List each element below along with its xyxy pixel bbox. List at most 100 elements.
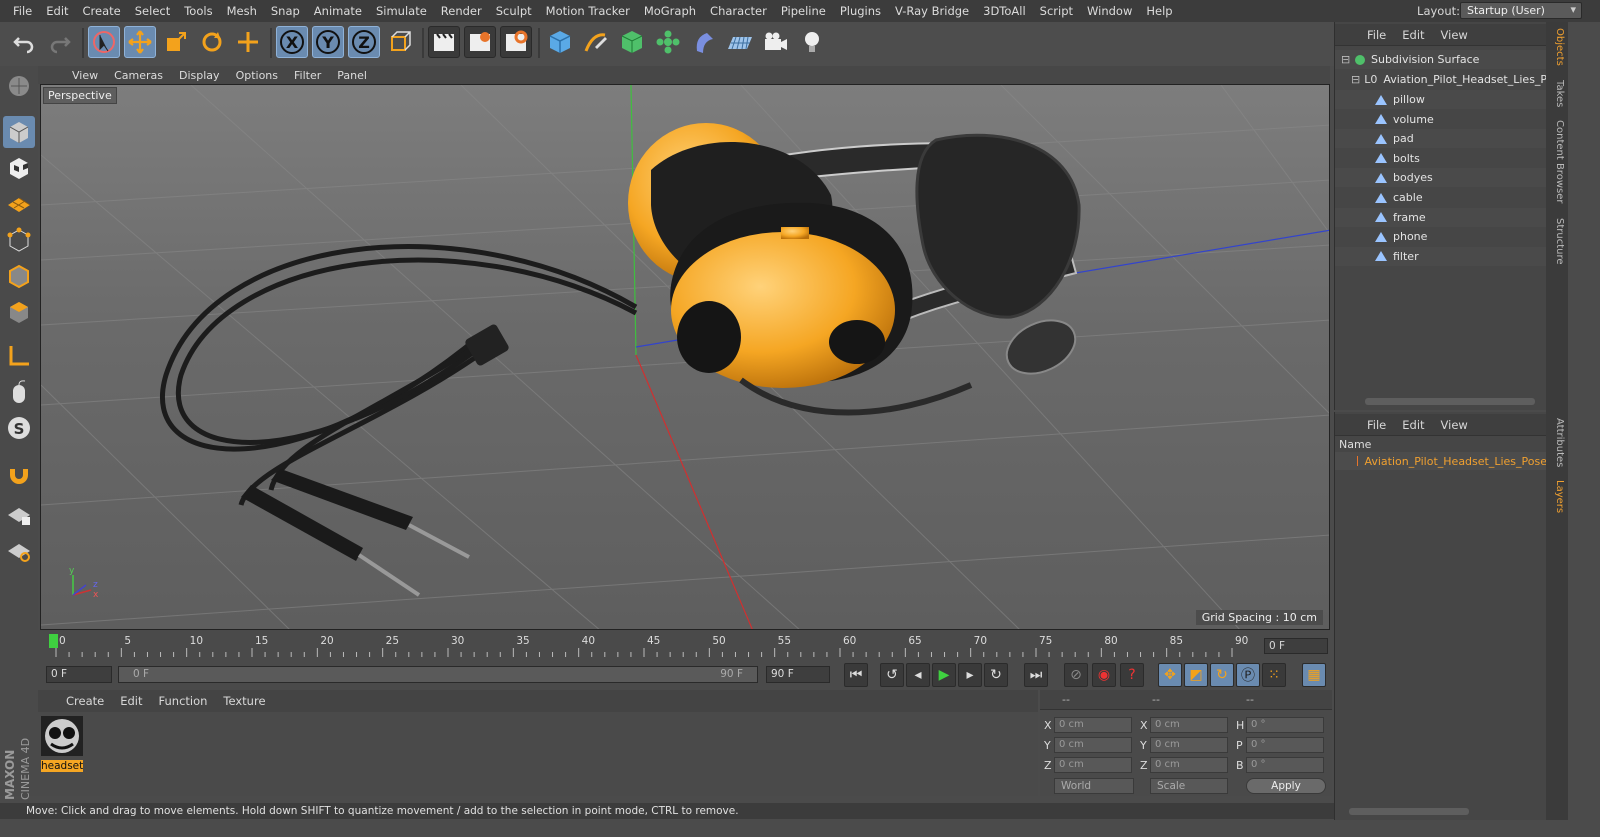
tree-item-phone[interactable]: phone	[1335, 227, 1547, 246]
key-scale-button[interactable]: ◩	[1184, 663, 1208, 687]
obj-menu-file[interactable]: File	[1359, 28, 1394, 42]
tree-item-pillow[interactable]: pillow	[1335, 90, 1547, 109]
key-position-button[interactable]: ✥	[1158, 663, 1182, 687]
menu-v-ray-bridge[interactable]: V-Ray Bridge	[888, 4, 976, 18]
render-settings-button[interactable]	[500, 26, 532, 58]
y-axis-lock-button[interactable]: Y	[312, 26, 344, 58]
rot-b-field[interactable]: 0 °	[1246, 757, 1324, 773]
menu-snap[interactable]: Snap	[264, 4, 307, 18]
record-keys-button[interactable]: ⊘	[1064, 663, 1088, 687]
tree-item-cable[interactable]: cable	[1335, 188, 1547, 207]
tab-attributes[interactable]: Attributes	[1549, 418, 1565, 467]
end-frame-field[interactable]: 90 F	[766, 666, 830, 683]
point-mode-button[interactable]	[3, 224, 35, 256]
tweak-mode-button[interactable]	[3, 376, 35, 408]
deformer-button[interactable]	[688, 26, 720, 58]
rotate-tool-button[interactable]	[196, 26, 228, 58]
step-back-button[interactable]: ◂	[906, 663, 930, 687]
tree-item-bolts[interactable]: bolts	[1335, 149, 1547, 168]
layer-menu-edit[interactable]: Edit	[1394, 418, 1432, 432]
menu-simulate[interactable]: Simulate	[369, 4, 434, 18]
material-menu-function[interactable]: Function	[151, 694, 216, 708]
obj-menu-view[interactable]: View	[1433, 28, 1476, 42]
playhead[interactable]	[49, 634, 58, 648]
menu-create[interactable]: Create	[76, 4, 128, 18]
menu-animate[interactable]: Animate	[307, 4, 369, 18]
z-axis-lock-button[interactable]: Z	[348, 26, 380, 58]
x-axis-lock-button[interactable]: X	[276, 26, 308, 58]
menu-script[interactable]: Script	[1033, 4, 1080, 18]
undo-button[interactable]	[8, 26, 40, 58]
viewport-menu-cameras[interactable]: Cameras	[106, 69, 171, 82]
spline-pen-button[interactable]	[580, 26, 612, 58]
solo-mode-button[interactable]: S	[3, 412, 35, 444]
menu-character[interactable]: Character	[703, 4, 774, 18]
tab-takes[interactable]: Takes	[1549, 80, 1565, 107]
size-y-field[interactable]: 0 cm	[1150, 737, 1228, 753]
keyframe-selection-button[interactable]: ?	[1120, 663, 1144, 687]
tree-item-frame[interactable]: frame	[1335, 207, 1547, 227]
goto-next-key-button[interactable]: ↻	[984, 663, 1008, 687]
edge-mode-button[interactable]	[3, 260, 35, 292]
goto-start-button[interactable]: ⏮	[844, 663, 868, 687]
menu-help[interactable]: Help	[1139, 4, 1179, 18]
redo-button[interactable]	[44, 26, 76, 58]
render-picture-viewer-button[interactable]	[464, 26, 496, 58]
pos-z-field[interactable]: 0 cm	[1054, 757, 1132, 773]
tree-item-aviation-headset[interactable]: ⊟ L0 Aviation_Pilot_Headset_Lies_Pose	[1335, 70, 1547, 89]
obj-menu-edit[interactable]: Edit	[1394, 28, 1432, 42]
apply-button[interactable]: Apply	[1246, 778, 1326, 794]
key-rotation-button[interactable]: ↻	[1210, 663, 1234, 687]
subdivision-button[interactable]	[616, 26, 648, 58]
tree-item-filter[interactable]: filter	[1335, 246, 1547, 266]
tab-layers[interactable]: Layers	[1549, 480, 1565, 513]
menu-file[interactable]: File	[6, 4, 39, 18]
timeline-ruler[interactable]: 0 5 10 15 20 25 30 35 40 45 50 55 60 65 70 75 80 85 90	[46, 630, 1271, 660]
menu-render[interactable]: Render	[434, 4, 489, 18]
layer-h-scrollbar[interactable]	[1349, 808, 1469, 815]
layer-item[interactable]: Aviation_Pilot_Headset_Lies_Pose	[1335, 452, 1547, 470]
menu-motion-tracker[interactable]: Motion Tracker	[539, 4, 637, 18]
workplane-button[interactable]	[3, 188, 35, 220]
menu-tools[interactable]: Tools	[177, 4, 219, 18]
tree-item-bodyes[interactable]: bodyes	[1335, 168, 1547, 188]
object-h-scrollbar[interactable]	[1365, 398, 1535, 405]
scale-tool-button[interactable]	[160, 26, 192, 58]
timeline[interactable]: 0 5 10 15 20 25 30 35 40 45 50 55 60 65 70 75 80 85 90 0 F	[38, 630, 1330, 660]
menu-mograph[interactable]: MoGraph	[637, 4, 703, 18]
planar-workplane-button[interactable]	[3, 534, 35, 566]
goto-end-button[interactable]: ⏭	[1024, 663, 1048, 687]
viewport-menu-display[interactable]: Display	[171, 69, 228, 82]
camera-button[interactable]	[760, 26, 792, 58]
tree-item-pad[interactable]: pad	[1335, 129, 1547, 149]
layer-menu-view[interactable]: View	[1433, 418, 1476, 432]
menu-window[interactable]: Window	[1080, 4, 1139, 18]
move-tool-button[interactable]	[124, 26, 156, 58]
mograph-cloner-button[interactable]	[652, 26, 684, 58]
light-button[interactable]	[796, 26, 828, 58]
menu-plugins[interactable]: Plugins	[833, 4, 888, 18]
size-z-field[interactable]: 0 cm	[1150, 757, 1228, 773]
material-menu-create[interactable]: Create	[58, 694, 112, 708]
step-forward-button[interactable]: ▸	[958, 663, 982, 687]
snapping-button[interactable]	[3, 458, 35, 490]
material-headset[interactable]: headset	[41, 716, 83, 772]
rot-p-field[interactable]: 0 °	[1246, 737, 1324, 753]
pos-x-field[interactable]: 0 cm	[1054, 717, 1132, 733]
key-pla-button[interactable]: ⁙	[1262, 663, 1286, 687]
key-parameter-button[interactable]: Ⓟ	[1236, 663, 1260, 687]
menu-select[interactable]: Select	[128, 4, 177, 18]
floor-button[interactable]	[724, 26, 756, 58]
lock-workplane-button[interactable]	[3, 498, 35, 530]
menu-3dtoall[interactable]: 3DToAll	[976, 4, 1033, 18]
current-frame-field[interactable]: 0 F	[1264, 638, 1328, 654]
coordinate-system-button[interactable]	[384, 26, 416, 58]
viewport-camera-label[interactable]: Perspective	[43, 87, 117, 104]
live-selection-button[interactable]	[88, 26, 120, 58]
scale-select[interactable]: Scale	[1150, 778, 1228, 794]
menu-mesh[interactable]: Mesh	[220, 4, 264, 18]
model-mode-button[interactable]	[3, 116, 35, 148]
start-frame-field[interactable]: 0 F	[46, 666, 112, 683]
layer-menu-file[interactable]: File	[1359, 418, 1394, 432]
viewport-menu-filter[interactable]: Filter	[286, 69, 329, 82]
